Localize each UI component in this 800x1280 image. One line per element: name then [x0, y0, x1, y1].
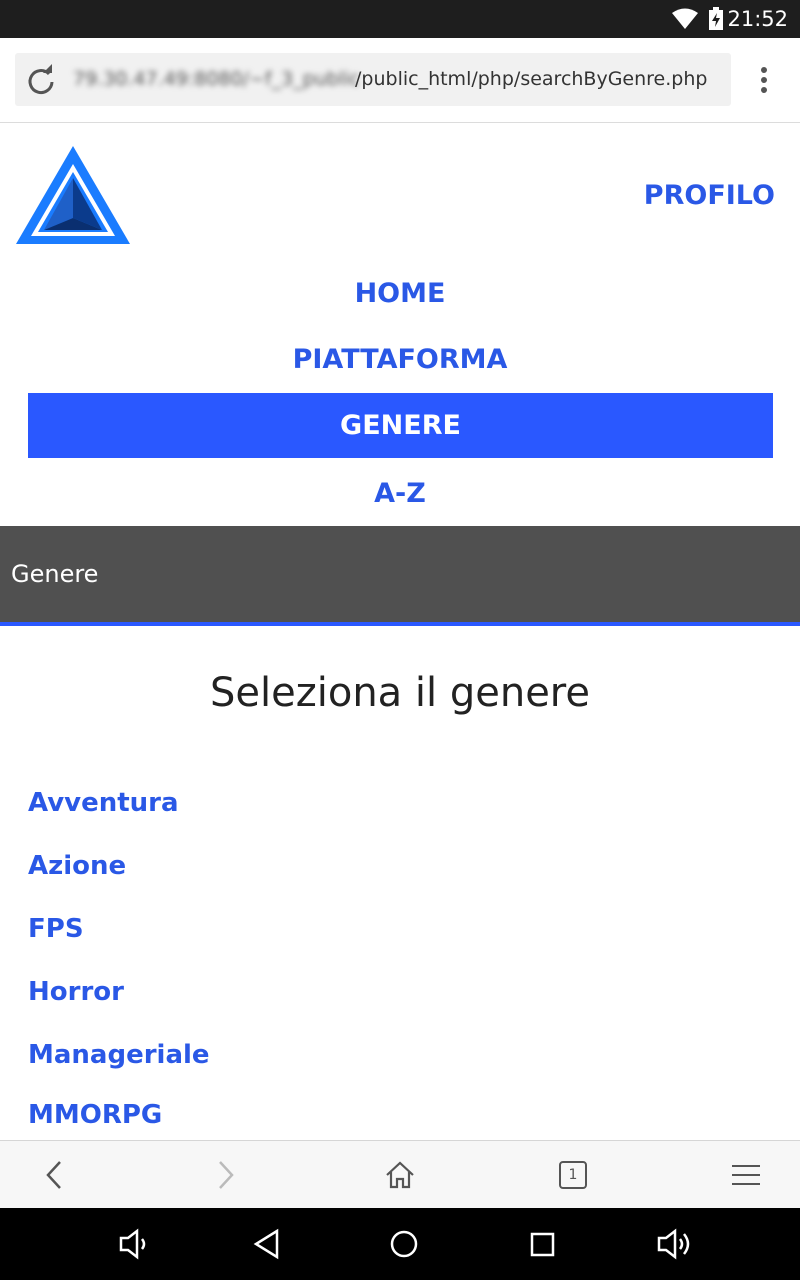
- volume-down-icon[interactable]: [118, 1228, 152, 1260]
- reload-icon[interactable]: [25, 64, 57, 96]
- nav-home[interactable]: HOME: [0, 278, 800, 309]
- back-icon[interactable]: [42, 1159, 66, 1191]
- genre-link-avventura[interactable]: Avventura: [28, 788, 179, 818]
- url-path: /public_html/php/searchByGenre.php: [355, 68, 708, 90]
- browser-toolbar: 79.30.47.49:8080/~f_3_public /public_htm…: [0, 38, 800, 123]
- nav-genere-active[interactable]: GENERE: [28, 393, 773, 458]
- home-circle-icon[interactable]: [388, 1228, 420, 1260]
- tabs-button[interactable]: 1: [559, 1161, 587, 1189]
- url-host: 79.30.47.49:8080/~f_3_public: [73, 68, 360, 90]
- browser-bottom-toolbar: 1: [0, 1140, 800, 1209]
- address-bar[interactable]: 79.30.47.49:8080/~f_3_public /public_htm…: [15, 53, 731, 106]
- hamburger-menu-icon[interactable]: [731, 1159, 761, 1191]
- site-logo[interactable]: [14, 144, 132, 248]
- back-triangle-icon[interactable]: [252, 1228, 282, 1260]
- battery-charging-icon: [709, 7, 723, 30]
- genre-link-azione[interactable]: Azione: [28, 851, 126, 881]
- status-bar: 21:52: [0, 0, 800, 38]
- tab-count: 1: [568, 1167, 578, 1183]
- nav-piattaforma[interactable]: PIATTAFORMA: [0, 344, 800, 375]
- nav-profilo[interactable]: PROFILO: [644, 180, 775, 211]
- system-navigation-bar: [0, 1208, 800, 1280]
- forward-icon[interactable]: [214, 1159, 238, 1191]
- clock: 21:52: [727, 7, 788, 31]
- more-options-icon[interactable]: [752, 64, 776, 96]
- wifi-icon: [672, 8, 698, 29]
- genre-link-mmorpg[interactable]: MMORPG: [28, 1100, 162, 1130]
- home-icon[interactable]: [384, 1159, 416, 1191]
- genre-link-fps[interactable]: FPS: [28, 914, 84, 944]
- section-title: Genere: [11, 560, 99, 588]
- nav-a-z[interactable]: A-Z: [0, 478, 800, 509]
- genre-link-manageriale[interactable]: Manageriale: [28, 1040, 210, 1070]
- page-heading: Seleziona il genere: [210, 670, 590, 716]
- section-header: Genere: [0, 526, 800, 626]
- recents-square-icon[interactable]: [526, 1228, 558, 1260]
- volume-up-icon[interactable]: [656, 1228, 696, 1260]
- genre-link-horror[interactable]: Horror: [28, 977, 124, 1007]
